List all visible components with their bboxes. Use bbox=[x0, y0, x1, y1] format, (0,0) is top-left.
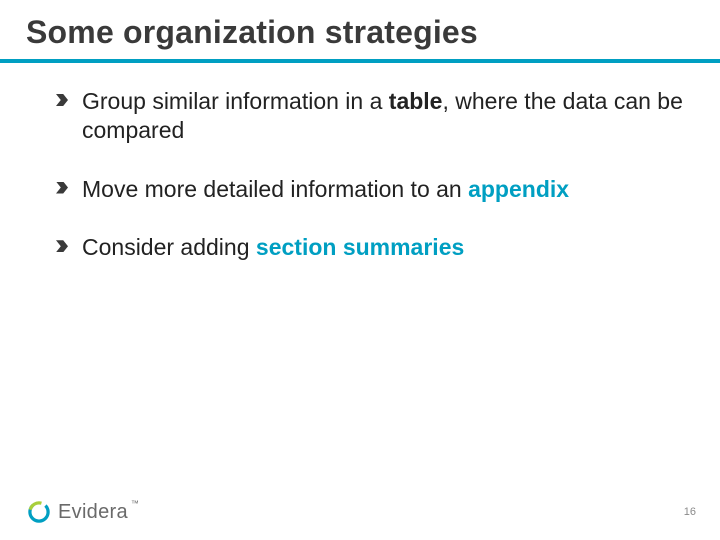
bullet-list: Group similar information in a table, wh… bbox=[0, 63, 720, 262]
bullet-icon bbox=[56, 182, 68, 194]
logo-text: Evidera bbox=[58, 501, 128, 524]
slide: Some organization strategies Group simil… bbox=[0, 0, 720, 540]
page-number: 16 bbox=[684, 506, 696, 518]
list-item: Group similar information in a table, wh… bbox=[56, 87, 690, 145]
logo-icon bbox=[26, 499, 52, 525]
text-run-accent: section summaries bbox=[256, 234, 464, 260]
text-run: Move more detailed information to an bbox=[82, 176, 468, 202]
list-item: Consider adding section summaries bbox=[56, 233, 690, 262]
text-run-bold: table bbox=[389, 88, 443, 114]
text-run: Consider adding bbox=[82, 234, 256, 260]
slide-title: Some organization strategies bbox=[0, 0, 720, 59]
slide-footer: Evidera ™ 16 bbox=[0, 484, 720, 540]
trademark-icon: ™ bbox=[131, 499, 139, 508]
text-run: Group similar information in a bbox=[82, 88, 389, 114]
logo: Evidera ™ bbox=[26, 499, 142, 525]
list-item: Move more detailed information to an app… bbox=[56, 175, 690, 204]
bullet-icon bbox=[56, 94, 68, 106]
bullet-text: Consider adding section summaries bbox=[82, 233, 464, 262]
bullet-text: Group similar information in a table, wh… bbox=[82, 87, 690, 145]
text-run-accent: appendix bbox=[468, 176, 569, 202]
bullet-icon bbox=[56, 240, 68, 252]
bullet-text: Move more detailed information to an app… bbox=[82, 175, 569, 204]
